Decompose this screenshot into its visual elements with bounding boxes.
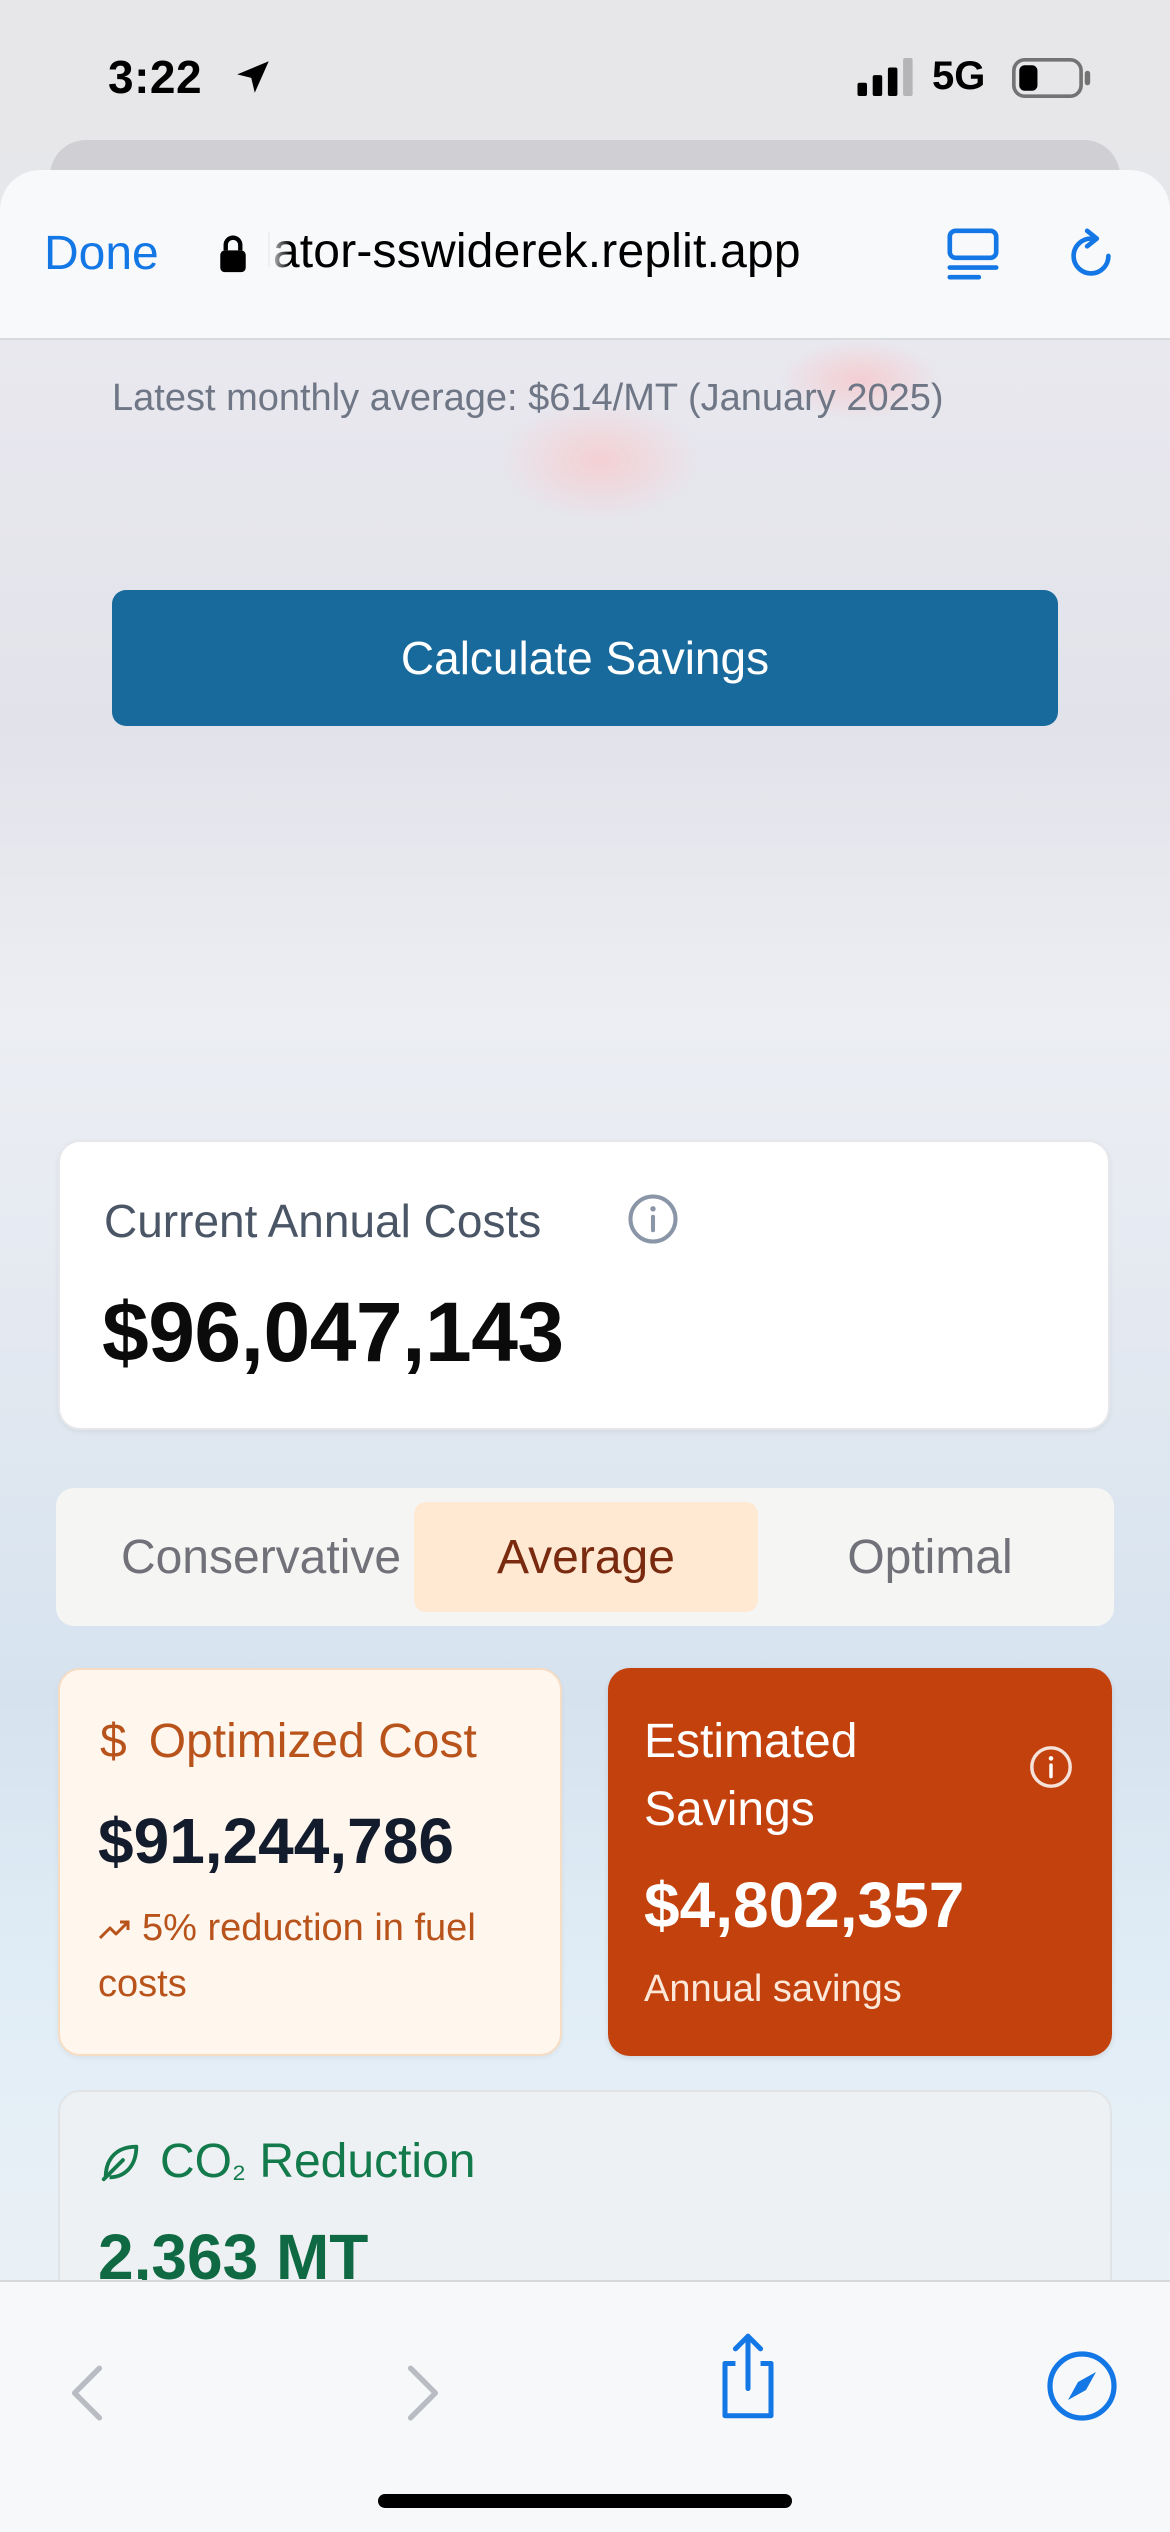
estimated-savings-label: Estimated Savings — [644, 1715, 858, 1836]
reload-icon[interactable] — [1062, 226, 1120, 286]
current-annual-costs-card: Current Annual Costs $96,047,143 — [58, 1140, 1110, 1430]
battery-icon — [1012, 58, 1091, 98]
current-costs-value: $96,047,143 — [102, 1285, 564, 1379]
co2-reduction-card: CO₂ Reduction 2,363 MT — [58, 2090, 1112, 2280]
estimated-savings-card: Estimated Savings $4,802,357 Annual savi… — [608, 1668, 1112, 2056]
calculate-savings-button[interactable]: Calculate Savings — [112, 590, 1058, 726]
tab-conservative[interactable]: Conservative — [56, 1502, 466, 1612]
optimized-cost-card: $ Optimized Cost $91,244,786 5% reductio… — [58, 1668, 562, 2056]
back-icon[interactable] — [64, 2362, 110, 2424]
network-type: 5G — [932, 54, 986, 98]
tab-average[interactable]: Average — [414, 1502, 758, 1612]
forward-icon[interactable] — [400, 2362, 446, 2424]
optimized-cost-note: 5% reduction in fuel costs — [98, 1907, 476, 2005]
reader-mode-icon[interactable] — [944, 224, 1002, 284]
trending-up-icon — [98, 1920, 130, 1940]
co2-reduction-value: 2,363 MT — [98, 2221, 369, 2280]
location-arrow-icon — [237, 61, 269, 93]
estimated-savings-value: $4,802,357 — [644, 1869, 965, 1941]
optimized-cost-label: Optimized Cost — [148, 1715, 477, 1768]
co2-reduction-label: CO₂ Reduction — [160, 2135, 476, 2188]
optimized-cost-value: $91,244,786 — [98, 1805, 454, 1877]
browser-top-bar: Done lator-sswiderek.replit.app — [0, 170, 1170, 340]
latest-average-note: Latest monthly average: $614/MT (January… — [112, 377, 944, 419]
scenario-segmented-control: Conservative Average Optimal — [56, 1488, 1114, 1626]
info-icon[interactable] — [626, 1192, 680, 1246]
web-content: Latest monthly average: $614/MT (January… — [0, 340, 1170, 2280]
lock-icon — [220, 235, 246, 273]
annual-savings-label: Annual savings — [644, 1968, 902, 2010]
tab-optimal[interactable]: Optimal — [758, 1502, 1102, 1612]
status-bar: 3:22 5G — [0, 0, 1170, 150]
done-button[interactable]: Done — [44, 226, 159, 281]
url-field[interactable]: lator-sswiderek.replit.app — [262, 224, 801, 279]
safari-compass-icon[interactable] — [1046, 2350, 1118, 2422]
current-costs-label: Current Annual Costs — [104, 1195, 542, 1247]
share-icon[interactable] — [716, 2330, 780, 2422]
leaf-icon — [101, 2144, 139, 2181]
info-icon[interactable] — [1028, 1744, 1074, 1790]
dollar-icon: $ — [100, 1715, 127, 1768]
cellular-signal-icon — [857, 58, 913, 96]
home-indicator — [378, 2494, 792, 2508]
url-fade — [262, 230, 290, 280]
status-time: 3:22 — [108, 51, 203, 103]
